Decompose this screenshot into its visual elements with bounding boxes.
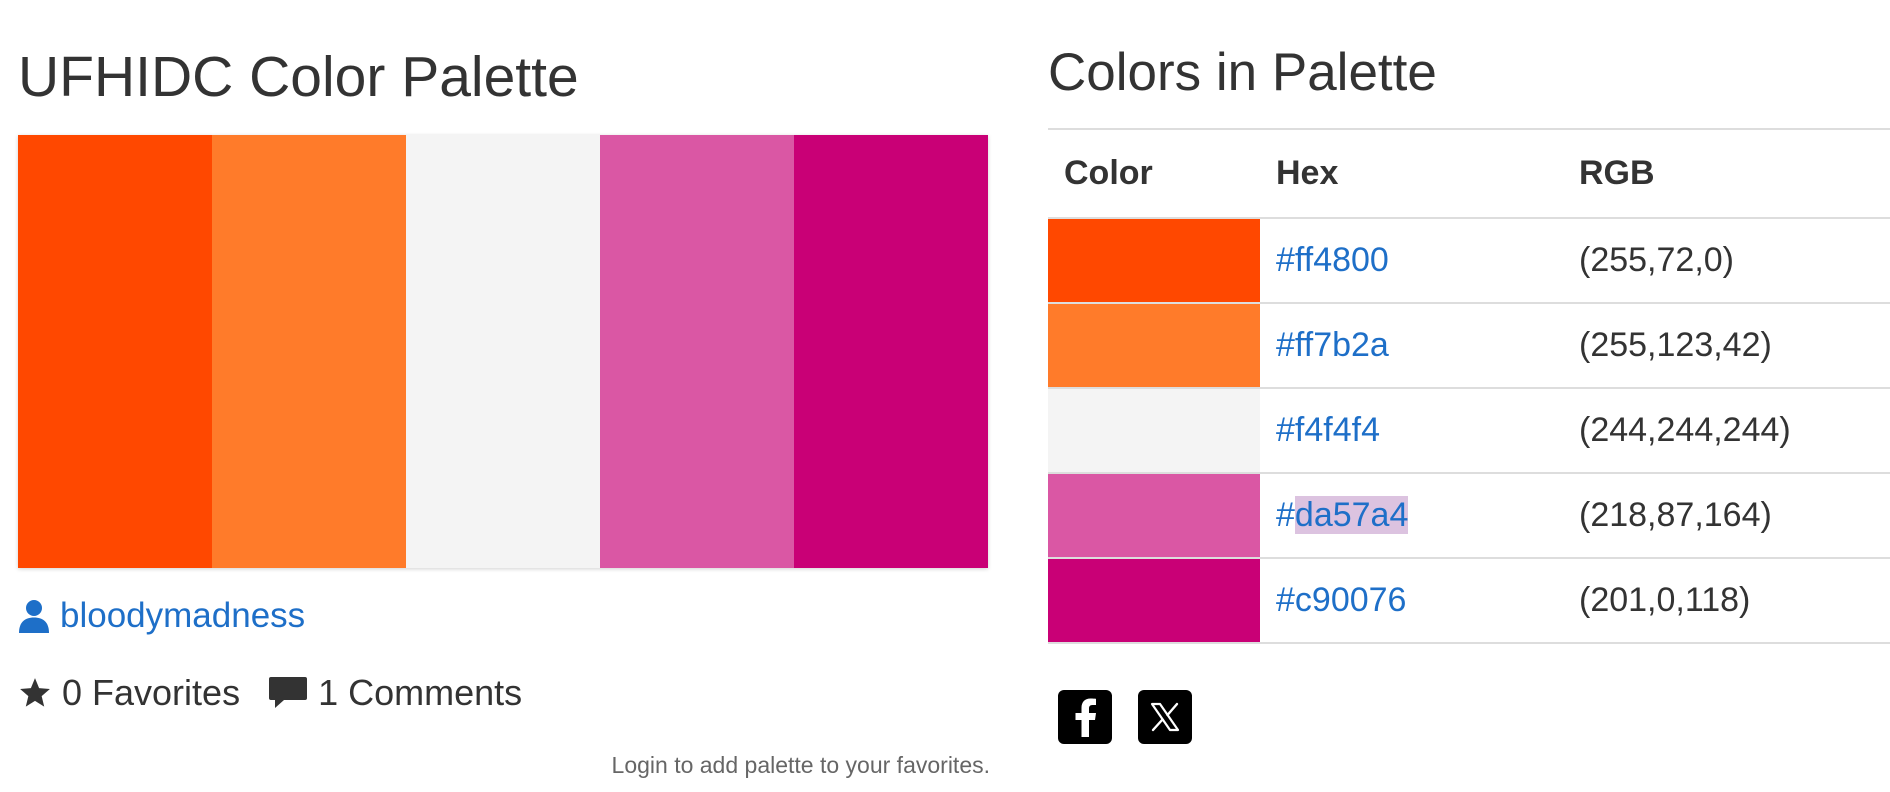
author-name: bloodymadness — [60, 596, 306, 635]
favorites-count: 0 Favorites — [62, 672, 241, 713]
table-row: #ff7b2a (255,123,42) — [1048, 303, 1890, 389]
star-icon — [18, 676, 52, 710]
login-note: Login to add palette to your favorites. — [611, 752, 990, 778]
page-title: UFHIDC Color Palette — [18, 45, 579, 109]
social-share — [1058, 690, 1192, 744]
palette-swatch-2 — [212, 135, 406, 568]
colors-table: Color Hex RGB #ff4800 (255,72,0) #ff7b2a… — [1048, 128, 1890, 644]
hex-link[interactable]: #ff7b2a — [1276, 326, 1389, 364]
palette-swatch-5 — [794, 135, 988, 568]
user-icon — [18, 599, 50, 633]
palette-swatch-1 — [18, 135, 212, 568]
hex-prefix: # — [1276, 496, 1295, 534]
color-swatch-cell — [1048, 303, 1260, 389]
facebook-icon — [1071, 697, 1099, 737]
hex-cell: #ff4800 — [1260, 218, 1563, 304]
rgb-value: (244,244,244) — [1563, 388, 1890, 474]
comments-stat: 1 Comments — [268, 672, 522, 714]
table-row: #ff4800 (255,72,0) — [1048, 218, 1890, 304]
table-row: #f4f4f4 (244,244,244) — [1048, 388, 1890, 474]
hex-cell: #ff7b2a — [1260, 303, 1563, 389]
column-header-rgb: RGB — [1563, 128, 1890, 219]
column-header-hex: Hex — [1260, 128, 1563, 219]
x-share-button[interactable] — [1138, 690, 1192, 744]
table-row: #c90076 (201,0,118) — [1048, 558, 1890, 644]
rgb-value: (218,87,164) — [1563, 473, 1890, 559]
table-header-row: Color Hex RGB — [1048, 128, 1890, 219]
hex-link[interactable]: #f4f4f4 — [1276, 411, 1380, 449]
colors-section-title: Colors in Palette — [1048, 43, 1437, 102]
author-link[interactable]: bloodymadness — [18, 596, 305, 636]
hex-cell: #c90076 — [1260, 558, 1563, 644]
rgb-value: (255,72,0) — [1563, 218, 1890, 304]
palette-swatch-4 — [600, 135, 794, 568]
color-swatch-cell — [1048, 473, 1260, 559]
rgb-value: (201,0,118) — [1563, 558, 1890, 644]
color-swatch-cell — [1048, 388, 1260, 474]
color-swatch-cell — [1048, 558, 1260, 644]
comment-icon — [268, 676, 308, 710]
palette-stats: 0 Favorites 1 Comments — [18, 672, 522, 714]
hex-cell: #da57a4 — [1260, 473, 1563, 559]
hex-link[interactable]: #da57a4 — [1276, 496, 1409, 534]
hex-link[interactable]: #c90076 — [1276, 581, 1406, 619]
hex-link[interactable]: #ff4800 — [1276, 241, 1389, 279]
palette-swatch-3 — [406, 135, 600, 568]
favorites-stat: 0 Favorites — [18, 672, 240, 714]
selected-text: da57a4 — [1294, 496, 1409, 534]
comments-count: 1 Comments — [318, 672, 523, 713]
column-header-color: Color — [1048, 128, 1260, 219]
facebook-share-button[interactable] — [1058, 690, 1112, 744]
rgb-value: (255,123,42) — [1563, 303, 1890, 389]
palette-swatches — [18, 135, 988, 568]
x-icon — [1149, 701, 1181, 733]
table-row: #da57a4 (218,87,164) — [1048, 473, 1890, 559]
hex-cell: #f4f4f4 — [1260, 388, 1563, 474]
color-swatch-cell — [1048, 218, 1260, 304]
